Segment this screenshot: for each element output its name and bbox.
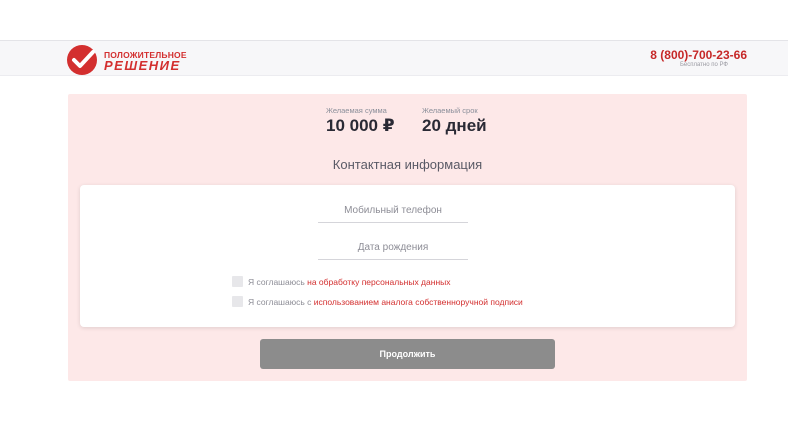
birth-date-input[interactable]: Дата рождения [318, 242, 468, 260]
checkmark-logo-icon [67, 45, 97, 75]
consent-signature-text: Я соглашаюсь с [248, 297, 314, 307]
site-header: ПОЛОЖИТЕЛЬНОЕ РЕШЕНИЕ 8 (800)-700-23-66 … [0, 40, 788, 76]
mobile-phone-input[interactable]: Мобильный телефон [318, 205, 468, 223]
hotline-phone[interactable]: 8 (800)-700-23-66 [650, 48, 747, 62]
consent-personal-data: Я соглашаюсь на обработку персональных д… [232, 276, 451, 288]
section-title: Контактная информация [332, 157, 483, 172]
amount-label: Желаемая сумма [326, 106, 387, 115]
term-summary: Желаемый срок 20 дней [422, 106, 487, 136]
brand-logo[interactable]: ПОЛОЖИТЕЛЬНОЕ РЕШЕНИЕ [66, 44, 226, 76]
consent-signature-checkbox[interactable] [232, 296, 243, 308]
signature-analog-link[interactable]: использованием аналога собственноручной … [314, 297, 523, 307]
consent-personal-data-checkbox[interactable] [232, 276, 243, 288]
contact-form-card: Мобильный телефон Дата рождения Я соглаш… [80, 185, 735, 327]
logo-text-bottom: РЕШЕНИЕ [104, 58, 181, 73]
consent-signature: Я соглашаюсь с использованием аналога со… [232, 296, 523, 308]
amount-value: 10 000 ₽ [326, 116, 395, 135]
term-value: 20 дней [422, 116, 487, 135]
hotline-note: Бесплатно по РФ [679, 62, 728, 68]
application-panel: Желаемая сумма 10 000 ₽ Желаемый срок 20… [68, 94, 747, 381]
continue-button[interactable]: Продолжить [260, 339, 555, 369]
amount-summary: Желаемая сумма 10 000 ₽ [326, 106, 395, 136]
term-label: Желаемый срок [422, 106, 478, 115]
personal-data-link[interactable]: на обработку персональных данных [307, 277, 450, 287]
consent-personal-data-text: Я соглашаюсь [248, 277, 308, 287]
